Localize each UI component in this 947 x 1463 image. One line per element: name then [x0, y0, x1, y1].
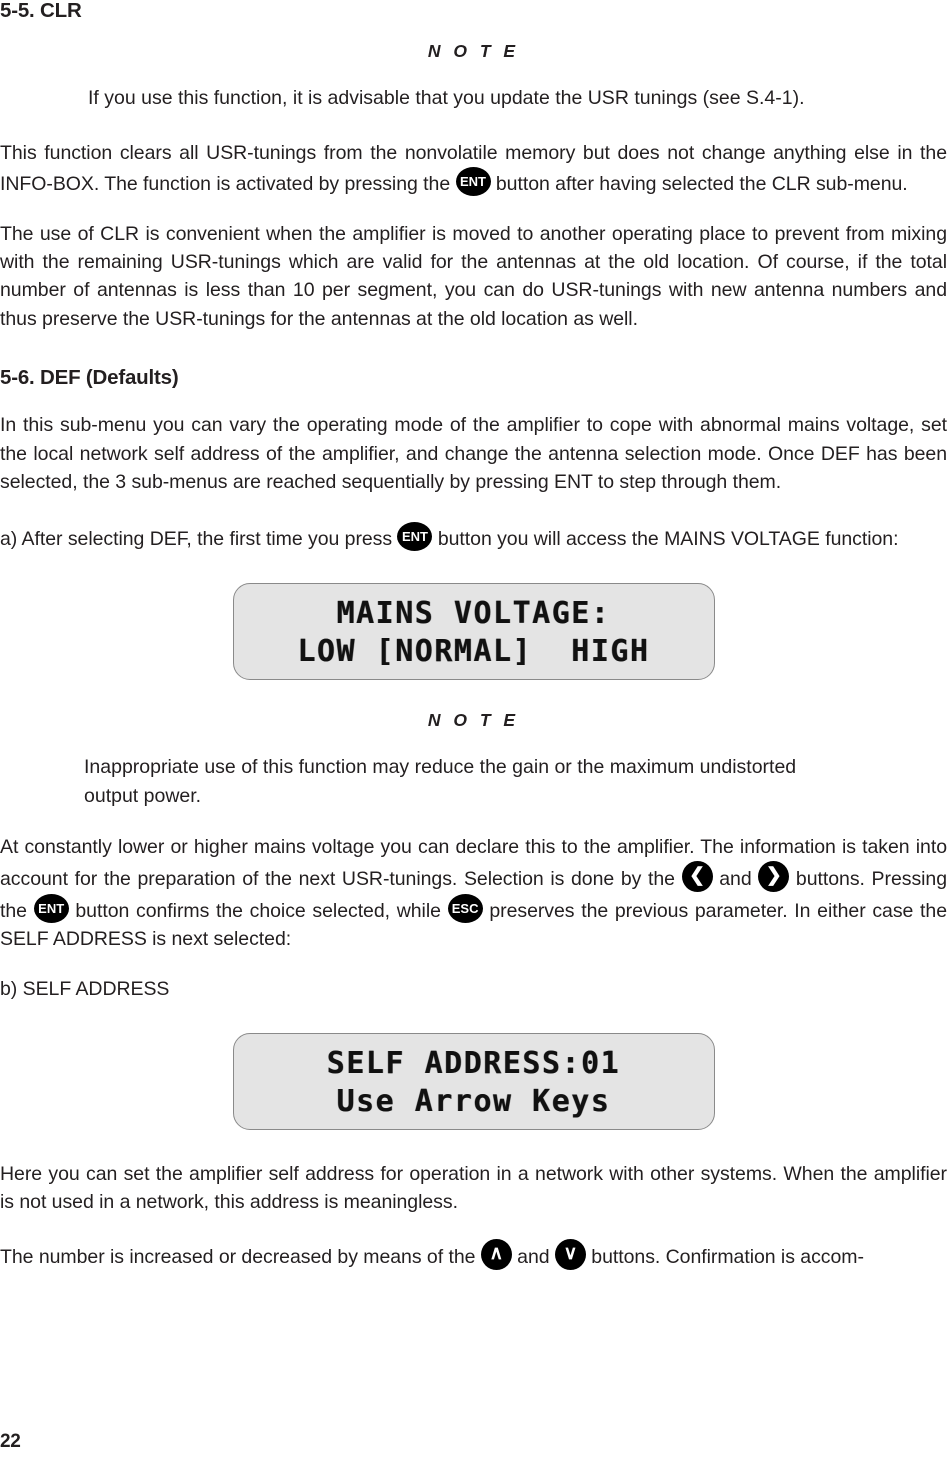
note-label-clr: N O T E: [427, 40, 520, 61]
paragraph-mains-part2: and: [712, 868, 759, 891]
lcd-display-mains-voltage: MAINS VOLTAGE: LOW [NORMAL] HIGH: [232, 583, 715, 681]
paragraph-def-item-a-part2: button you will access the MAINS VOLTAGE…: [432, 527, 899, 550]
page-content: 5-5. CLR N O T E If you use this functio…: [0, 0, 947, 1271]
paragraph-self-arrows-part3: buttons. Confirmation is accom-: [585, 1245, 864, 1268]
page-number: 22: [0, 1431, 21, 1452]
chevron-left-icon: ❮: [689, 865, 706, 887]
ent-button-icon[interactable]: ENT: [455, 166, 491, 196]
ent-button-icon[interactable]: ENT: [33, 893, 69, 923]
chevron-up-icon: ∧: [489, 1242, 504, 1264]
paragraph-clr-function-part2: button after having selected the CLR sub…: [490, 172, 908, 195]
manual-page: 5-5. CLR N O T E If you use this functio…: [0, 0, 947, 1463]
paragraph-clr-usage: The use of CLR is convenient when the am…: [0, 222, 947, 330]
paragraph-self-arrows-part1: The number is increased or decreased by …: [0, 1245, 481, 1268]
lcd-display-self-address: SELF ADDRESS:01 Use Arrow Keys: [232, 1033, 715, 1131]
chevron-down-icon: ∨: [563, 1242, 578, 1264]
arrow-right-button-icon[interactable]: ❯: [758, 861, 790, 893]
note-body-clr: If you use this function, it is advisabl…: [88, 86, 805, 109]
paragraph-def-intro: In this sub-menu you can vary the operat…: [0, 414, 947, 493]
lcd-line-self-address-2: Use Arrow Keys: [336, 1083, 611, 1119]
paragraph-self-arrows-part2: and: [511, 1245, 555, 1268]
note-body-def: Inappropriate use of this function may r…: [84, 756, 797, 808]
paragraph-mains-voltage-detail: At constantly lower or higher mains volt…: [0, 833, 947, 953]
arrow-down-button-icon[interactable]: ∨: [554, 1238, 586, 1270]
esc-button-icon[interactable]: ESC: [447, 893, 483, 923]
paragraph-def-item-a: a) After selecting DEF, the first time y…: [0, 521, 947, 553]
lcd-line-mains-voltage-1: MAINS VOLTAGE:: [336, 595, 611, 631]
paragraph-self-address-info: Here you can set the amplifier self addr…: [0, 1163, 947, 1214]
section-heading-clr: 5-5. CLR: [0, 0, 82, 22]
arrow-up-button-icon[interactable]: ∧: [480, 1238, 512, 1270]
paragraph-mains-part4: button confirms the choice selected, whi…: [68, 899, 448, 922]
lcd-line-self-address-1: SELF ADDRESS:01: [326, 1045, 621, 1081]
chevron-right-icon: ❯: [765, 865, 782, 887]
paragraph-clr-function: This function clears all USR-tunings fro…: [0, 139, 947, 198]
paragraph-def-item-b: b) SELF ADDRESS: [0, 977, 170, 1000]
lcd-line-mains-voltage-2: LOW [NORMAL] HIGH: [297, 633, 650, 669]
ent-button-icon[interactable]: ENT: [397, 521, 433, 551]
paragraph-def-item-a-part1: a) After selecting DEF, the first time y…: [0, 527, 398, 550]
arrow-left-button-icon[interactable]: ❮: [681, 861, 713, 893]
paragraph-self-address-arrows: The number is increased or decreased by …: [0, 1238, 947, 1271]
note-label-def: N O T E: [427, 710, 520, 731]
section-heading-def: 5-6. DEF (Defaults): [0, 365, 179, 389]
